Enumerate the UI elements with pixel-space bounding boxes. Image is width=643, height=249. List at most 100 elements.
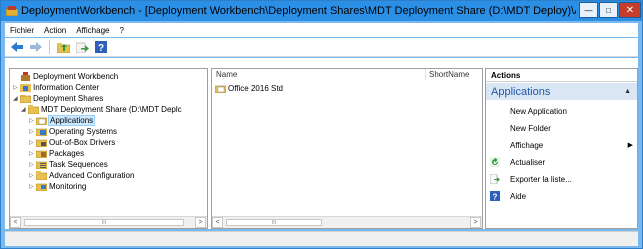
action-label: Exporter la liste... bbox=[510, 174, 572, 184]
status-bar bbox=[5, 231, 638, 246]
list-item-name: Office 2016 Std bbox=[228, 83, 283, 93]
menu-bar: Fichier Action Affichage ? bbox=[5, 23, 638, 37]
scroll-left-arrow[interactable]: < bbox=[10, 217, 21, 228]
maximize-button[interactable]: □ bbox=[599, 2, 618, 18]
svg-text:?: ? bbox=[98, 43, 104, 53]
tree-item-label: Deployment Workbench bbox=[33, 71, 119, 81]
minimize-button[interactable]: — bbox=[579, 2, 598, 18]
tree-item-label: Operating Systems bbox=[49, 126, 118, 136]
tree-item-label: Applications bbox=[47, 114, 96, 126]
refresh-icon bbox=[490, 157, 500, 167]
action-new-application[interactable]: New Application bbox=[486, 103, 637, 119]
scroll-thumb[interactable]: III bbox=[24, 219, 184, 226]
action-actualiser[interactable]: Actualiser bbox=[486, 154, 637, 170]
details-list-pane: Name ShortName Office 2016 Std < III > bbox=[211, 68, 483, 229]
help-icon: ? bbox=[95, 41, 107, 53]
actions-section-title: Applications bbox=[491, 85, 551, 98]
folder-tasks-icon bbox=[36, 161, 47, 169]
menu-fichier[interactable]: Fichier bbox=[5, 26, 39, 35]
actions-section-applications[interactable]: Applications ▲ bbox=[486, 83, 637, 100]
tree-expander[interactable]: ▷ bbox=[29, 117, 36, 124]
folder-open-icon bbox=[20, 94, 31, 103]
action-label: Aide bbox=[510, 191, 527, 201]
up-folder-icon bbox=[56, 42, 70, 53]
export-button[interactable] bbox=[74, 39, 90, 55]
blank-icon bbox=[490, 106, 500, 116]
back-button[interactable] bbox=[9, 39, 25, 55]
tree-expander[interactable]: ▷ bbox=[29, 172, 36, 179]
tree-item-deployment-workbench[interactable]: Deployment Workbench bbox=[13, 71, 118, 81]
tree-item-label: Information Center bbox=[33, 82, 100, 92]
actions-header: Actions bbox=[486, 69, 637, 82]
tree-expander[interactable]: ▷ bbox=[13, 84, 20, 91]
collapse-caret-icon[interactable]: ▲ bbox=[624, 88, 631, 95]
tree-expander[interactable]: ▷ bbox=[29, 139, 36, 146]
action-exporter-la-liste[interactable]: Exporter la liste... bbox=[486, 171, 637, 187]
tree-item-label: MDT Deployment Share (D:\MDT Deplc bbox=[41, 104, 182, 114]
maximize-icon: □ bbox=[606, 5, 611, 15]
actions-pane: Actions Applications ▲ New Application N… bbox=[485, 68, 638, 229]
app-window: DeploymentWorkbench - [Deployment Workbe… bbox=[0, 0, 643, 249]
menu-action[interactable]: Action bbox=[39, 26, 71, 35]
blank-icon bbox=[490, 123, 500, 133]
tree-item-advanced-configuration[interactable]: ▷ Advanced Configuration bbox=[29, 170, 134, 180]
scroll-right-arrow[interactable]: > bbox=[195, 217, 206, 228]
close-button[interactable]: ✕ bbox=[619, 2, 641, 18]
tree-item-label: Deployment Shares bbox=[33, 93, 104, 103]
export-list-icon bbox=[490, 174, 500, 184]
folder-app-icon bbox=[36, 117, 47, 125]
tree-item-mdt-deployment-share[interactable]: ◢ MDT Deployment Share (D:\MDT Deplc bbox=[21, 104, 182, 114]
forward-button[interactable] bbox=[28, 39, 44, 55]
help-button[interactable]: ? bbox=[93, 39, 109, 55]
tree-item-packages[interactable]: ▷ Packages bbox=[29, 148, 84, 158]
minimize-icon: — bbox=[584, 5, 593, 15]
folder-drivers-icon bbox=[36, 139, 47, 147]
up-folder-button[interactable] bbox=[55, 39, 71, 55]
menu-help[interactable]: ? bbox=[114, 26, 128, 35]
list-item[interactable]: Office 2016 Std bbox=[215, 83, 283, 93]
tree-item-task-sequences[interactable]: ▷ Task Sequences bbox=[29, 159, 108, 169]
scroll-thumb[interactable]: III bbox=[226, 219, 322, 226]
app-icon bbox=[6, 6, 18, 16]
tree-item-information-center[interactable]: ▷ Information Center bbox=[13, 82, 99, 92]
folder-packages-icon bbox=[36, 150, 47, 158]
column-header-shortname[interactable]: ShortName bbox=[425, 69, 482, 80]
workbench-icon bbox=[21, 71, 30, 81]
blank-icon bbox=[490, 140, 500, 150]
tree-item-label: Monitoring bbox=[49, 181, 87, 191]
action-new-folder[interactable]: New Folder bbox=[486, 120, 637, 136]
scroll-left-arrow[interactable]: < bbox=[212, 217, 223, 228]
tree-expander[interactable]: ▷ bbox=[29, 128, 36, 135]
tree-expander[interactable]: ▷ bbox=[29, 150, 36, 157]
column-header-name[interactable]: Name bbox=[216, 69, 424, 80]
action-affichage[interactable]: Affichage ▶ bbox=[486, 137, 637, 153]
tree-expander[interactable]: ▷ bbox=[29, 183, 36, 190]
title-bar[interactable]: DeploymentWorkbench - [Deployment Workbe… bbox=[1, 1, 642, 21]
info-center-icon bbox=[20, 83, 31, 92]
menu-affichage[interactable]: Affichage bbox=[71, 26, 114, 35]
navigation-tree-pane: Deployment Workbench ▷ Information Cente… bbox=[9, 68, 208, 229]
action-aide[interactable]: ? Aide bbox=[486, 188, 637, 204]
action-label: New Application bbox=[510, 106, 567, 116]
tree-item-out-of-box-drivers[interactable]: ▷ Out-of-Box Drivers bbox=[29, 137, 115, 147]
tree-horizontal-scrollbar[interactable]: < III > bbox=[10, 216, 207, 228]
tree-expander[interactable]: ▷ bbox=[29, 161, 36, 168]
folder-monitor-icon bbox=[36, 183, 47, 191]
tree-expander[interactable]: ◢ bbox=[21, 106, 28, 113]
folder-config-icon bbox=[36, 170, 47, 180]
window-title: DeploymentWorkbench - [Deployment Workbe… bbox=[21, 5, 576, 17]
list-horizontal-scrollbar[interactable]: < III > bbox=[212, 216, 482, 228]
navigation-tree: Deployment Workbench ▷ Information Cente… bbox=[10, 69, 207, 217]
tree-item-applications[interactable]: ▷ Applications bbox=[29, 114, 96, 126]
tree-expander[interactable]: ◢ bbox=[13, 95, 20, 102]
action-label: Affichage bbox=[510, 140, 544, 150]
tree-item-deployment-shares[interactable]: ◢ Deployment Shares bbox=[13, 93, 103, 103]
share-icon bbox=[28, 104, 39, 114]
help-icon: ? bbox=[490, 191, 500, 201]
tree-item-monitoring[interactable]: ▷ Monitoring bbox=[29, 181, 86, 191]
tree-item-operating-systems[interactable]: ▷ Operating Systems bbox=[29, 126, 117, 136]
main-content: Deployment Workbench ▷ Information Cente… bbox=[5, 58, 638, 229]
toolbar: ? bbox=[5, 38, 638, 57]
scroll-right-arrow[interactable]: > bbox=[470, 217, 481, 228]
tree-item-label: Advanced Configuration bbox=[49, 170, 135, 180]
